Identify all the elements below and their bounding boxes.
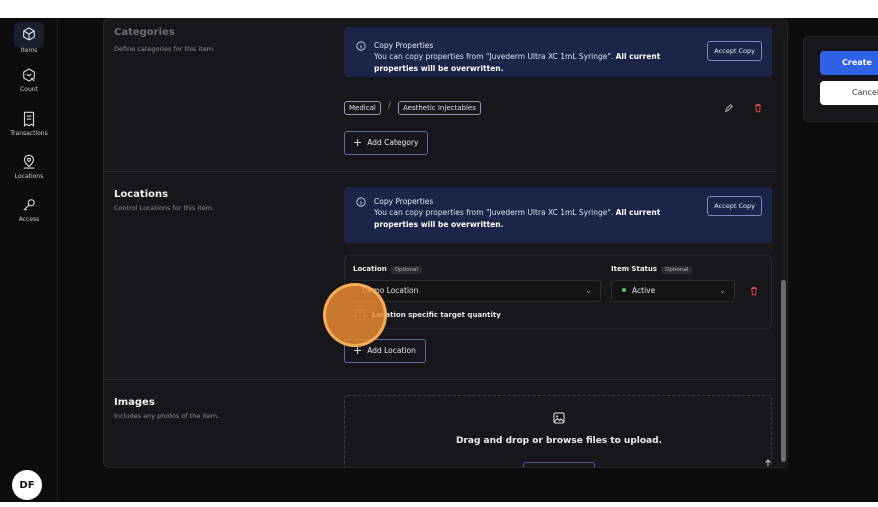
sidebar-item-label: Items (20, 47, 38, 54)
info-icon (356, 197, 366, 207)
accept-copy-button[interactable]: Accept Copy (707, 196, 762, 216)
key-icon (23, 199, 35, 211)
sidebar-item-access[interactable]: Access (0, 196, 58, 223)
optional-badge: Optional (390, 266, 422, 274)
section-subtitle-images: Includes any photos of the item. (114, 412, 220, 420)
location-target-label: Location specific target quantity (372, 311, 501, 319)
scrollbar[interactable] (781, 38, 786, 466)
add-location-label: Add Location (367, 346, 416, 355)
location-select[interactable]: Demo Location ⌄ (351, 280, 601, 302)
info-icon (356, 41, 366, 51)
cancel-button[interactable]: Cancel (820, 81, 878, 105)
sidebar-item-items[interactable]: Items (0, 22, 58, 54)
banner-title: Copy Properties (374, 197, 434, 206)
avatar[interactable]: DF (12, 470, 42, 500)
sidebar: Items Count Transactions Locations Acces… (0, 18, 58, 502)
section-title-categories: Categories (114, 27, 175, 38)
plus-icon: + (353, 136, 363, 149)
section-subtitle-locations: Control Locations for this item. (114, 204, 215, 212)
status-field-label: Item Status Optional (611, 265, 693, 274)
create-button[interactable]: Create (820, 51, 878, 75)
category-separator: / (388, 101, 391, 110)
chevron-down-icon: ⌄ (719, 286, 726, 295)
sidebar-item-label: Access (18, 216, 40, 223)
category-chip[interactable]: Medical (344, 101, 381, 115)
image-dropzone[interactable]: Drag and drop or browse files to upload. (344, 395, 772, 467)
sidebar-item-label: Locations (14, 173, 44, 180)
image-icon (553, 412, 565, 424)
sidebar-item-label: Count (20, 86, 38, 93)
cube-icon (23, 27, 35, 41)
section-divider (104, 171, 776, 172)
arrow-up-icon[interactable] (764, 459, 772, 467)
edit-icon[interactable] (724, 103, 734, 113)
item-status-select[interactable]: Active ⌄ (611, 280, 735, 302)
status-dot-icon (622, 288, 626, 292)
copy-properties-banner: Copy Properties You can copy properties … (344, 27, 772, 77)
delete-category-icon[interactable] (753, 103, 763, 113)
status-label-text: Item Status (611, 265, 658, 273)
banner-text: You can copy properties from "Juvederm U… (374, 51, 684, 75)
location-card: Location Optional Item Status Optional Dem… (344, 255, 772, 329)
add-category-button[interactable]: + Add Category (344, 131, 429, 155)
sidebar-item-active-bg (14, 22, 44, 48)
banner-text-prefix: You can copy properties from "Juvederm U… (374, 208, 614, 217)
category-chip[interactable]: Aesthetic Injectables (398, 101, 481, 115)
chevron-down-icon: ⌄ (585, 286, 592, 295)
banner-text-prefix: You can copy properties from "Juvederm U… (374, 52, 614, 61)
map-pin-icon (23, 154, 35, 169)
item-status-value: Active (632, 286, 656, 295)
sidebar-item-label: Transactions (10, 130, 48, 137)
section-divider (104, 379, 776, 380)
location-field-label: Location Optional (353, 265, 422, 274)
item-form-panel: Categories Define categories for this it… (103, 18, 788, 468)
location-label-text: Location (353, 265, 387, 273)
actions-card (803, 36, 878, 122)
delete-location-icon[interactable] (749, 286, 759, 296)
section-title-images: Images (114, 397, 155, 408)
section-title-locations: Locations (114, 189, 169, 200)
scan-icon (23, 68, 35, 82)
sidebar-item-locations[interactable]: Locations (0, 153, 58, 180)
sidebar-item-count[interactable]: Count (0, 66, 58, 93)
dropzone-text: Drag and drop or browse files to upload. (455, 436, 662, 446)
cursor-highlight (323, 283, 387, 347)
add-category-label: Add Category (367, 138, 419, 147)
browse-files-button[interactable] (523, 462, 595, 467)
page: Items Count Transactions Locations Acces… (0, 0, 878, 507)
scrollbar-thumb[interactable] (781, 280, 786, 462)
accept-copy-button[interactable]: Accept Copy (707, 41, 762, 61)
copy-properties-banner: Copy Properties You can copy properties … (344, 187, 772, 243)
receipt-icon (23, 111, 35, 127)
app-window: Items Count Transactions Locations Acces… (0, 18, 878, 502)
section-subtitle-categories: Define categories for this item. (114, 45, 216, 53)
banner-text: You can copy properties from "Juvederm U… (374, 207, 684, 231)
sidebar-item-transactions[interactable]: Transactions (0, 110, 58, 137)
banner-title: Copy Properties (374, 41, 434, 50)
optional-badge: Optional (661, 266, 693, 274)
